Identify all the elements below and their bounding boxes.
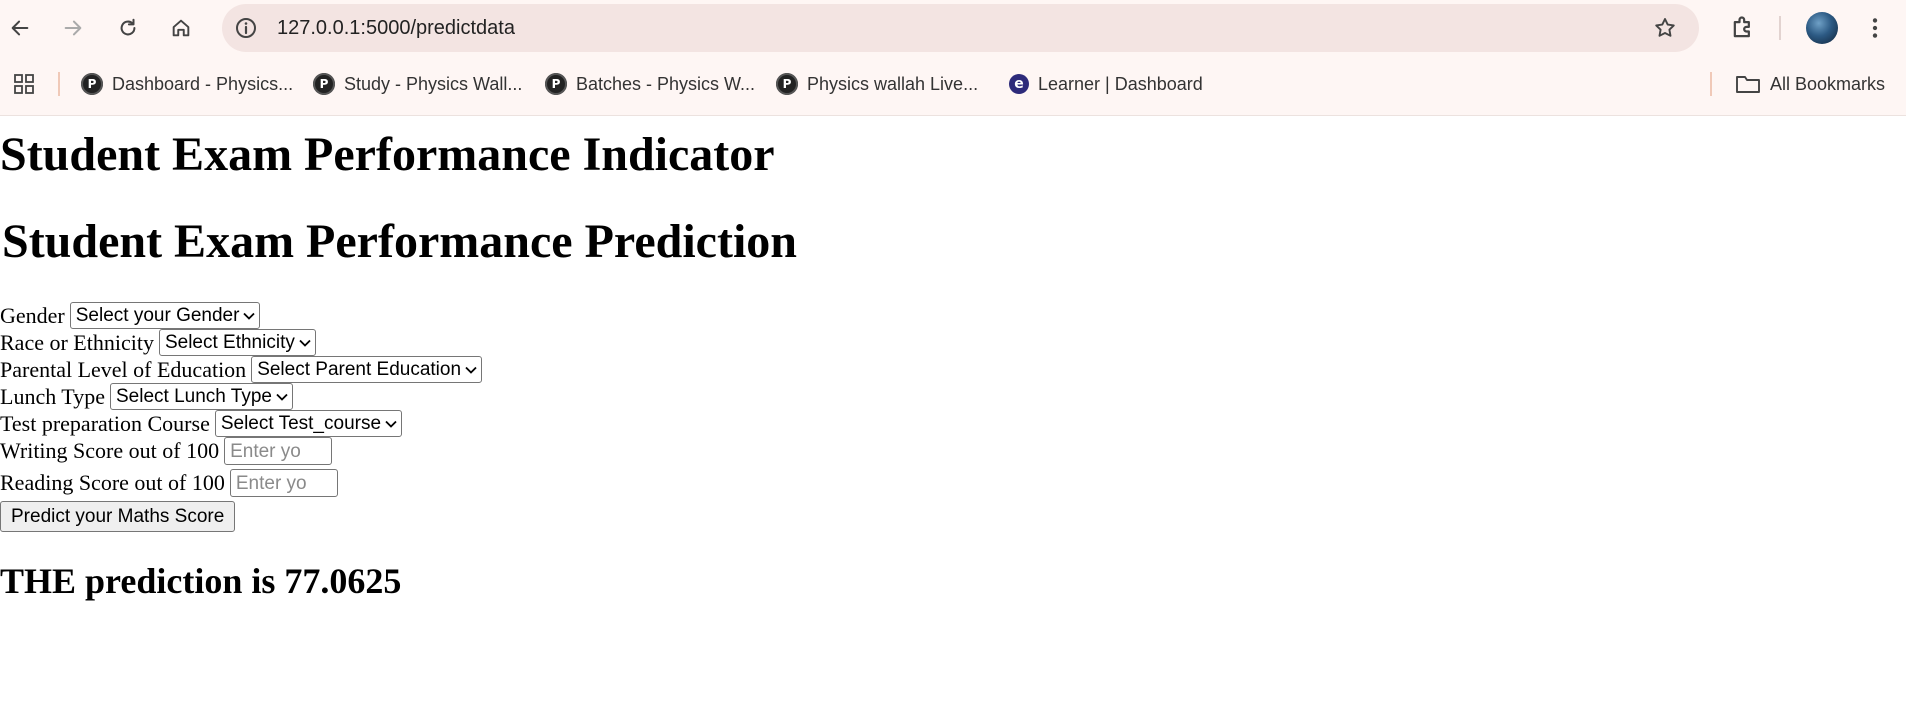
gender-label: Gender	[0, 302, 65, 328]
physics-wallah-icon: P	[313, 73, 335, 95]
chevron-down-icon	[299, 339, 311, 347]
chevron-down-icon	[385, 420, 397, 428]
reload-button[interactable]	[110, 10, 146, 46]
bookmarks-divider	[58, 72, 60, 96]
bookmark-item[interactable]: P Batches - Physics W...	[545, 70, 755, 98]
toolbar-divider	[1779, 16, 1781, 40]
lunch-select[interactable]: Select Lunch Type	[109, 383, 293, 410]
lunch-label: Lunch Type	[0, 383, 105, 409]
ethnicity-label: Race or Ethnicity	[0, 329, 154, 355]
forward-button[interactable]	[55, 10, 91, 46]
test-course-row: Test preparation Course Select Test_cour…	[0, 410, 403, 437]
menu-kebab-icon[interactable]	[1862, 14, 1888, 42]
bookmark-label: Study - Physics Wall...	[344, 73, 523, 94]
apps-grid-icon[interactable]	[12, 72, 36, 96]
back-button[interactable]	[2, 10, 38, 46]
ethnicity-select[interactable]: Select Ethnicity	[158, 329, 316, 356]
bookmarks-bar: P Dashboard - Physics... P Study - Physi…	[0, 64, 1906, 104]
predict-button[interactable]: Predict your Maths Score	[0, 501, 236, 532]
browser-chrome: 127.0.0.1:5000/predictdata P Dashboard -…	[0, 0, 1906, 116]
home-icon	[172, 19, 190, 37]
parent-education-row: Parental Level of Education Select Paren…	[0, 356, 483, 383]
bookmark-label: Learner | Dashboard	[1038, 73, 1203, 94]
forward-arrow-icon	[64, 20, 82, 36]
writing-score-label: Writing Score out of 100	[0, 438, 220, 463]
bookmark-label: Dashboard - Physics...	[112, 73, 294, 94]
ethnicity-row: Race or Ethnicity Select Ethnicity	[0, 329, 316, 356]
extensions-puzzle-icon[interactable]	[1729, 14, 1757, 42]
reading-score-placeholder: Enter yo	[235, 473, 307, 494]
chevron-down-icon	[243, 312, 256, 320]
all-bookmarks-button[interactable]: All Bookmarks	[1735, 70, 1885, 98]
page-title: Student Exam Performance Indicator	[0, 128, 775, 181]
url-text[interactable]: 127.0.0.1:5000/predictdata	[277, 17, 515, 40]
gender-select-value: Select your Gender	[75, 304, 240, 326]
bookmark-star-icon[interactable]	[1653, 16, 1677, 40]
profile-avatar[interactable]	[1806, 12, 1838, 44]
learner-e-icon: e	[1009, 74, 1029, 94]
writing-score-placeholder: Enter yo	[230, 441, 301, 462]
test-course-label: Test preparation Course	[0, 410, 210, 436]
reading-score-label: Reading Score out of 100	[0, 470, 225, 495]
all-bookmarks-label: All Bookmarks	[1770, 73, 1886, 94]
bookmark-item[interactable]: P Physics wallah Live...	[776, 70, 978, 98]
bookmark-item[interactable]: e Learner | Dashboard	[1009, 70, 1203, 98]
physics-wallah-icon: P	[81, 73, 103, 95]
physics-wallah-icon: P	[776, 73, 798, 95]
chevron-down-icon	[276, 393, 288, 401]
prediction-result: THE prediction is 77.0625	[0, 561, 402, 601]
gender-select[interactable]: Select your Gender	[69, 302, 261, 329]
parent-education-select[interactable]: Select Parent Education	[251, 356, 483, 383]
reading-score-row: Reading Score out of 100 Enter yo	[0, 469, 338, 497]
parent-education-label: Parental Level of Education	[0, 356, 247, 382]
physics-wallah-icon: P	[545, 73, 567, 95]
site-info-icon[interactable]	[234, 16, 258, 40]
lunch-row: Lunch Type Select Lunch Type	[0, 383, 293, 410]
back-arrow-icon	[11, 20, 29, 36]
chevron-down-icon	[465, 366, 477, 374]
reading-score-input[interactable]: Enter yo	[229, 469, 338, 497]
lunch-select-value: Select Lunch Type	[115, 385, 272, 407]
home-button[interactable]	[163, 10, 199, 46]
writing-score-row: Writing Score out of 100 Enter yo	[0, 437, 333, 465]
bookmark-item[interactable]: P Dashboard - Physics...	[81, 70, 293, 98]
predict-button-label: Predict your Maths Score	[11, 505, 225, 527]
parent-education-select-value: Select Parent Education	[257, 358, 462, 380]
bookmarks-divider	[1710, 72, 1712, 96]
test-course-select-value: Select Test_course	[220, 412, 382, 434]
form-title: Student Exam Performance Prediction	[2, 215, 797, 268]
bookmark-label: Physics wallah Live...	[807, 73, 979, 94]
writing-score-input[interactable]: Enter yo	[224, 437, 333, 465]
ethnicity-select-value: Select Ethnicity	[164, 331, 295, 353]
bookmark-label: Batches - Physics W...	[576, 73, 756, 94]
test-course-select[interactable]: Select Test_course	[214, 410, 403, 437]
bookmark-item[interactable]: P Study - Physics Wall...	[313, 70, 522, 98]
folder-icon	[1736, 76, 1760, 93]
gender-row: Gender Select your Gender	[0, 302, 261, 329]
reload-icon	[120, 18, 136, 36]
address-bar[interactable]: 127.0.0.1:5000/predictdata	[222, 4, 1699, 52]
